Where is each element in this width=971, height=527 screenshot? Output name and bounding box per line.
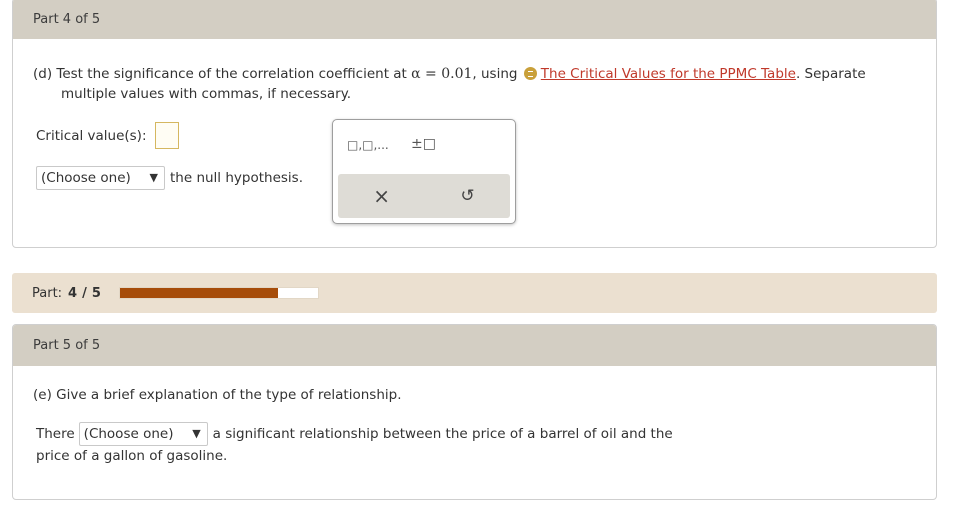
dropdown-arrow-icon: ▼	[192, 427, 201, 440]
part5-sentence-rest: a significant relationship between the p…	[212, 426, 673, 442]
progress-current: 4	[68, 285, 78, 301]
progress-card: Part: 4 / 5	[12, 273, 937, 313]
progress-total: 5	[91, 285, 101, 301]
hypothesis-select-value: (Choose one)	[41, 170, 131, 186]
clear-icon[interactable]: ×	[373, 184, 390, 208]
critical-value-label: Critical value(s):	[36, 127, 147, 144]
part5-header-title: Part 5 of 5	[33, 338, 101, 353]
there-label: There	[36, 426, 75, 442]
part4-header-title: Part 4 of 5	[33, 11, 101, 27]
progress-label: Part:	[32, 285, 63, 301]
relationship-select-value: (Choose one)	[83, 426, 174, 442]
undo-icon[interactable]: ↺	[460, 186, 474, 206]
part4-question-mid: , using	[472, 66, 518, 82]
part4-question-suffix: . Separate	[795, 66, 866, 82]
progress-bar	[118, 287, 319, 299]
part4-question: (d) Test the significance of the correla…	[33, 64, 913, 84]
answer-palette: □,□,... ±□ × ↺	[332, 119, 516, 224]
part4-question-line2: multiple values with commas, if necessar…	[61, 86, 352, 102]
progress-bar-fill	[119, 288, 279, 298]
palette-actions: × ↺	[338, 174, 510, 218]
hypothesis-select[interactable]: (Choose one) ▼	[36, 166, 165, 190]
part5-sentence: There (Choose one) ▼ a significant relat…	[36, 422, 673, 446]
list-symbol-button[interactable]: □,□,...	[347, 138, 389, 152]
part4-question-prefix: (d) Test the significance of the correla…	[33, 66, 407, 82]
plusminus-symbol-button[interactable]: ±□	[411, 136, 436, 152]
ebook-icon[interactable]	[523, 67, 537, 80]
alpha-expression: α = 0.01	[411, 66, 473, 82]
part4-header: Part 4 of 5	[13, 0, 936, 39]
critical-value-input[interactable]	[154, 122, 179, 149]
progress-separator: /	[82, 285, 87, 301]
ppmc-table-link[interactable]: The Critical Values for the PPMC Table	[541, 66, 796, 82]
part5-question: (e) Give a brief explanation of the type…	[33, 387, 402, 403]
critical-value-row: Critical value(s):	[36, 122, 179, 149]
part5-sentence-line2: price of a gallon of gasoline.	[36, 448, 228, 464]
relationship-select[interactable]: (Choose one) ▼	[78, 422, 208, 446]
dropdown-arrow-icon: ▼	[149, 171, 158, 184]
hypothesis-suffix: the null hypothesis.	[170, 170, 303, 186]
part5-card: Part 5 of 5	[12, 324, 937, 500]
hypothesis-row: (Choose one) ▼ the null hypothesis.	[36, 166, 303, 190]
part5-header: Part 5 of 5	[13, 325, 936, 366]
